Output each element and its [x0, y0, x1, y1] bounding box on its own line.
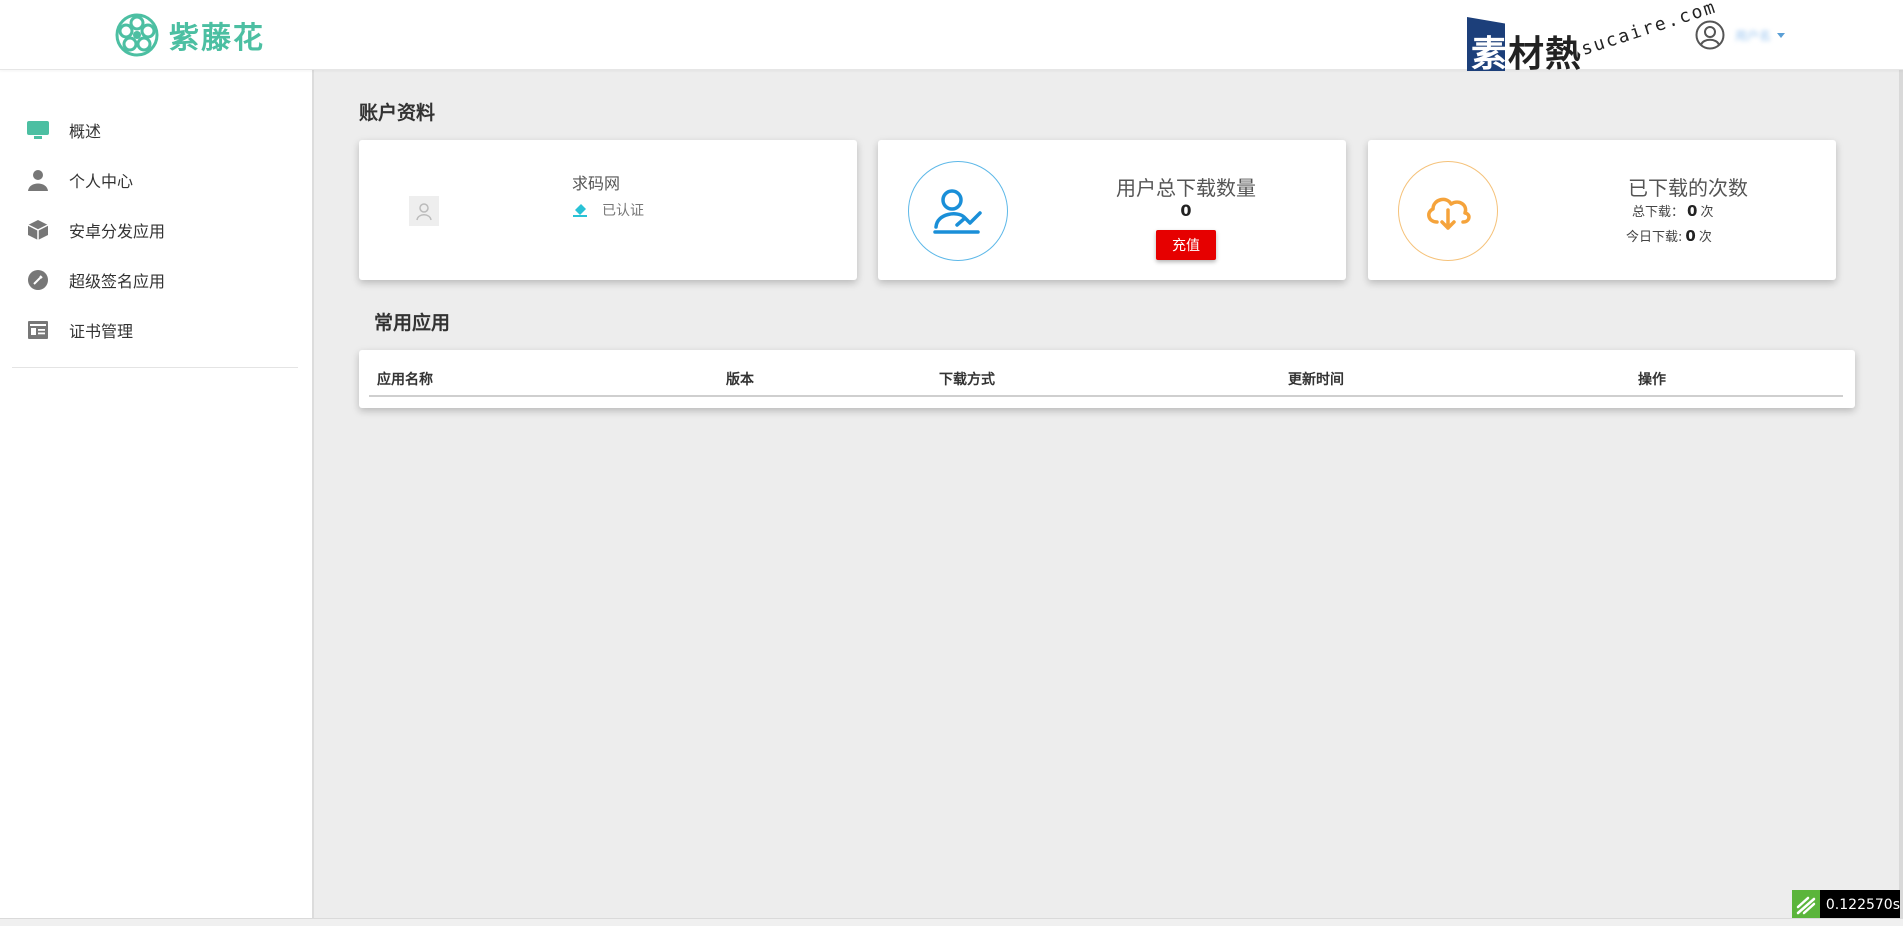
top-bar: 紫藤花 素材熱 sucaire.com 用户名: [0, 0, 1903, 75]
pen-icon: [26, 268, 50, 292]
apps-table: 应用名称 版本 下载方式 更新时间 操作: [359, 350, 1855, 408]
sidebar-item-label: 证书管理: [69, 322, 134, 341]
today-downloads-label: 今日下载:: [1626, 230, 1683, 245]
person-icon: [26, 168, 50, 192]
chevron-down-icon: [1777, 32, 1786, 38]
total-downloads-card: 用户总下载数量 0 充值: [878, 140, 1346, 280]
account-section-title: 账户资料: [359, 102, 436, 124]
recharge-button[interactable]: 充值: [1156, 230, 1216, 260]
user-name: 用户名: [1735, 28, 1772, 43]
total-downloads-unit: 次: [1700, 205, 1714, 220]
sidebar-divider: [12, 367, 298, 368]
sidebar-item-overview[interactable]: 概述: [0, 105, 312, 155]
today-downloads-line: 今日下载: 0 次: [1626, 226, 1712, 245]
package-icon: [26, 218, 50, 242]
avatar: [409, 196, 439, 226]
sidebar-item-label: 个人中心: [69, 172, 134, 191]
user-avatar-icon: [1695, 20, 1725, 50]
column-header-actions: 操作: [1638, 372, 1666, 388]
cloud-download-icon: [1427, 197, 1471, 230]
bottom-scrollbar[interactable]: [0, 918, 1903, 926]
monitor-icon: [26, 118, 50, 142]
logo[interactable]: 紫藤花: [113, 9, 265, 61]
timer-text: 0.122570s: [1825, 897, 1900, 913]
sidebar-item-label: 安卓分发应用: [69, 222, 166, 241]
column-header-update-time: 更新时间: [1288, 372, 1344, 388]
account-name: 求码网: [572, 174, 621, 193]
total-downloads-line: 总下载： 0 次: [1632, 201, 1713, 220]
column-header-download-method: 下载方式: [939, 372, 995, 388]
watermark-text: 素材熱: [1471, 34, 1583, 75]
sidebar-menu: 概述 个人中心 安卓分发应用 超级签名应用 证书管理: [0, 70, 312, 355]
column-header-version: 版本: [726, 372, 754, 388]
verified-icon: [573, 204, 587, 217]
sidebar: 概述 个人中心 安卓分发应用 超级签名应用 证书管理: [0, 70, 314, 918]
watermark: 素材熱 sucaire.com: [1467, 0, 1719, 80]
total-downloads-value: 0: [1687, 202, 1698, 220]
flower-logo-icon: [115, 13, 159, 57]
count-circle: [1398, 161, 1498, 261]
verified-label: 已认证: [602, 203, 644, 219]
user-chart-icon: [933, 189, 982, 234]
page-scrollbar[interactable]: [1899, 70, 1903, 918]
downloads-value: 0: [1180, 201, 1192, 220]
today-downloads-unit: 次: [1698, 230, 1712, 245]
account-card: 求码网 已认证: [359, 140, 857, 280]
user-menu[interactable]: 用户名: [1695, 17, 1786, 53]
downloads-circle: [908, 161, 1008, 261]
avatar-placeholder-icon: [416, 203, 432, 221]
count-title: 已下载的次数: [1628, 176, 1748, 200]
column-header-app-name: 应用名称: [377, 372, 433, 388]
apps-section-title: 常用应用: [374, 312, 451, 334]
sidebar-item-label: 概述: [69, 122, 102, 141]
sidebar-item-super-sign[interactable]: 超级签名应用: [0, 255, 312, 305]
timer-logo-icon: [1792, 890, 1820, 920]
today-downloads-value: 0: [1685, 227, 1696, 245]
table-header-row: 应用名称 版本 下载方式 更新时间 操作: [369, 350, 1843, 397]
logo-text: 紫藤花: [169, 21, 265, 56]
download-count-card: 已下载的次数 总下载： 0 次 今日下载: 0 次: [1368, 140, 1836, 280]
certificate-icon: [26, 318, 50, 342]
debug-timer-badge[interactable]: 0.122570s: [1792, 890, 1900, 920]
downloads-title: 用户总下载数量: [1116, 176, 1256, 200]
sidebar-item-certificates[interactable]: 证书管理: [0, 305, 312, 355]
page: 紫藤花 素材熱 sucaire.com 用户名 概述 个人中心 安卓分发应用 超…: [0, 0, 1903, 926]
verified-status: 已认证: [572, 200, 644, 220]
sidebar-item-android[interactable]: 安卓分发应用: [0, 205, 312, 255]
total-downloads-label: 总下载：: [1632, 205, 1685, 220]
sidebar-item-profile[interactable]: 个人中心: [0, 155, 312, 205]
sidebar-item-label: 超级签名应用: [69, 272, 166, 291]
